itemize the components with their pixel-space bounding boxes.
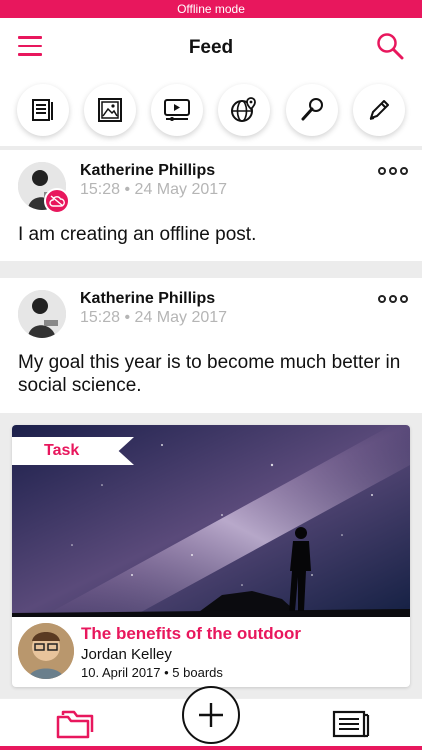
task-author: Jordan Kelley xyxy=(81,646,172,663)
task-title[interactable]: The benefits of the outdoor xyxy=(81,624,301,644)
avatar[interactable] xyxy=(18,290,66,338)
add-post-button[interactable] xyxy=(182,686,240,744)
plus-icon xyxy=(199,703,223,727)
write-post-button[interactable] xyxy=(353,84,405,136)
microphone-icon xyxy=(301,98,323,121)
boards-stack-icon[interactable] xyxy=(55,707,95,741)
app-header: Feed xyxy=(0,18,422,78)
audio-post-button[interactable] xyxy=(286,84,338,136)
more-options-icon[interactable] xyxy=(378,167,408,175)
quick-actions-bar xyxy=(0,78,422,146)
post-text: I am creating an offline post. xyxy=(18,224,257,245)
video-post-button[interactable] xyxy=(151,84,203,136)
video-icon xyxy=(164,99,190,121)
task-cover-image: Task xyxy=(12,425,410,617)
text-post-icon xyxy=(32,99,53,121)
post-author[interactable]: Katherine Phillips xyxy=(80,162,215,180)
bottom-accent-line xyxy=(0,746,422,750)
offline-mode-banner: Offline mode xyxy=(0,0,422,18)
feed-post[interactable]: Katherine Phillips 15:28 • 24 May 2017 M… xyxy=(0,278,422,413)
post-author[interactable]: Katherine Phillips xyxy=(80,290,215,308)
post-text: My goal this year is to become much bett… xyxy=(18,352,401,396)
page-title: Feed xyxy=(188,37,234,58)
post-timestamp: 15:28 • 24 May 2017 xyxy=(80,181,228,198)
image-post-button[interactable] xyxy=(84,84,136,136)
search-icon[interactable] xyxy=(376,32,404,60)
pencil-icon xyxy=(369,100,389,120)
post-timestamp: 15:28 • 24 May 2017 xyxy=(80,309,228,326)
offline-cloud-icon xyxy=(44,188,70,214)
feed-icon[interactable] xyxy=(332,709,370,739)
image-icon xyxy=(98,98,122,122)
task-meta: 10. April 2017 • 5 boards xyxy=(81,665,223,680)
location-post-button[interactable] xyxy=(218,84,270,136)
text-post-button[interactable] xyxy=(17,84,69,136)
more-options-icon[interactable] xyxy=(378,295,408,303)
feed-post[interactable]: Katherine Phillips 15:28 • 24 May 2017 I… xyxy=(0,150,422,261)
task-tag: Task xyxy=(12,437,134,465)
avatar[interactable] xyxy=(18,623,74,679)
task-card[interactable]: Task The benefits of the outdoor Jordan … xyxy=(12,425,410,687)
globe-location-icon xyxy=(231,97,256,122)
